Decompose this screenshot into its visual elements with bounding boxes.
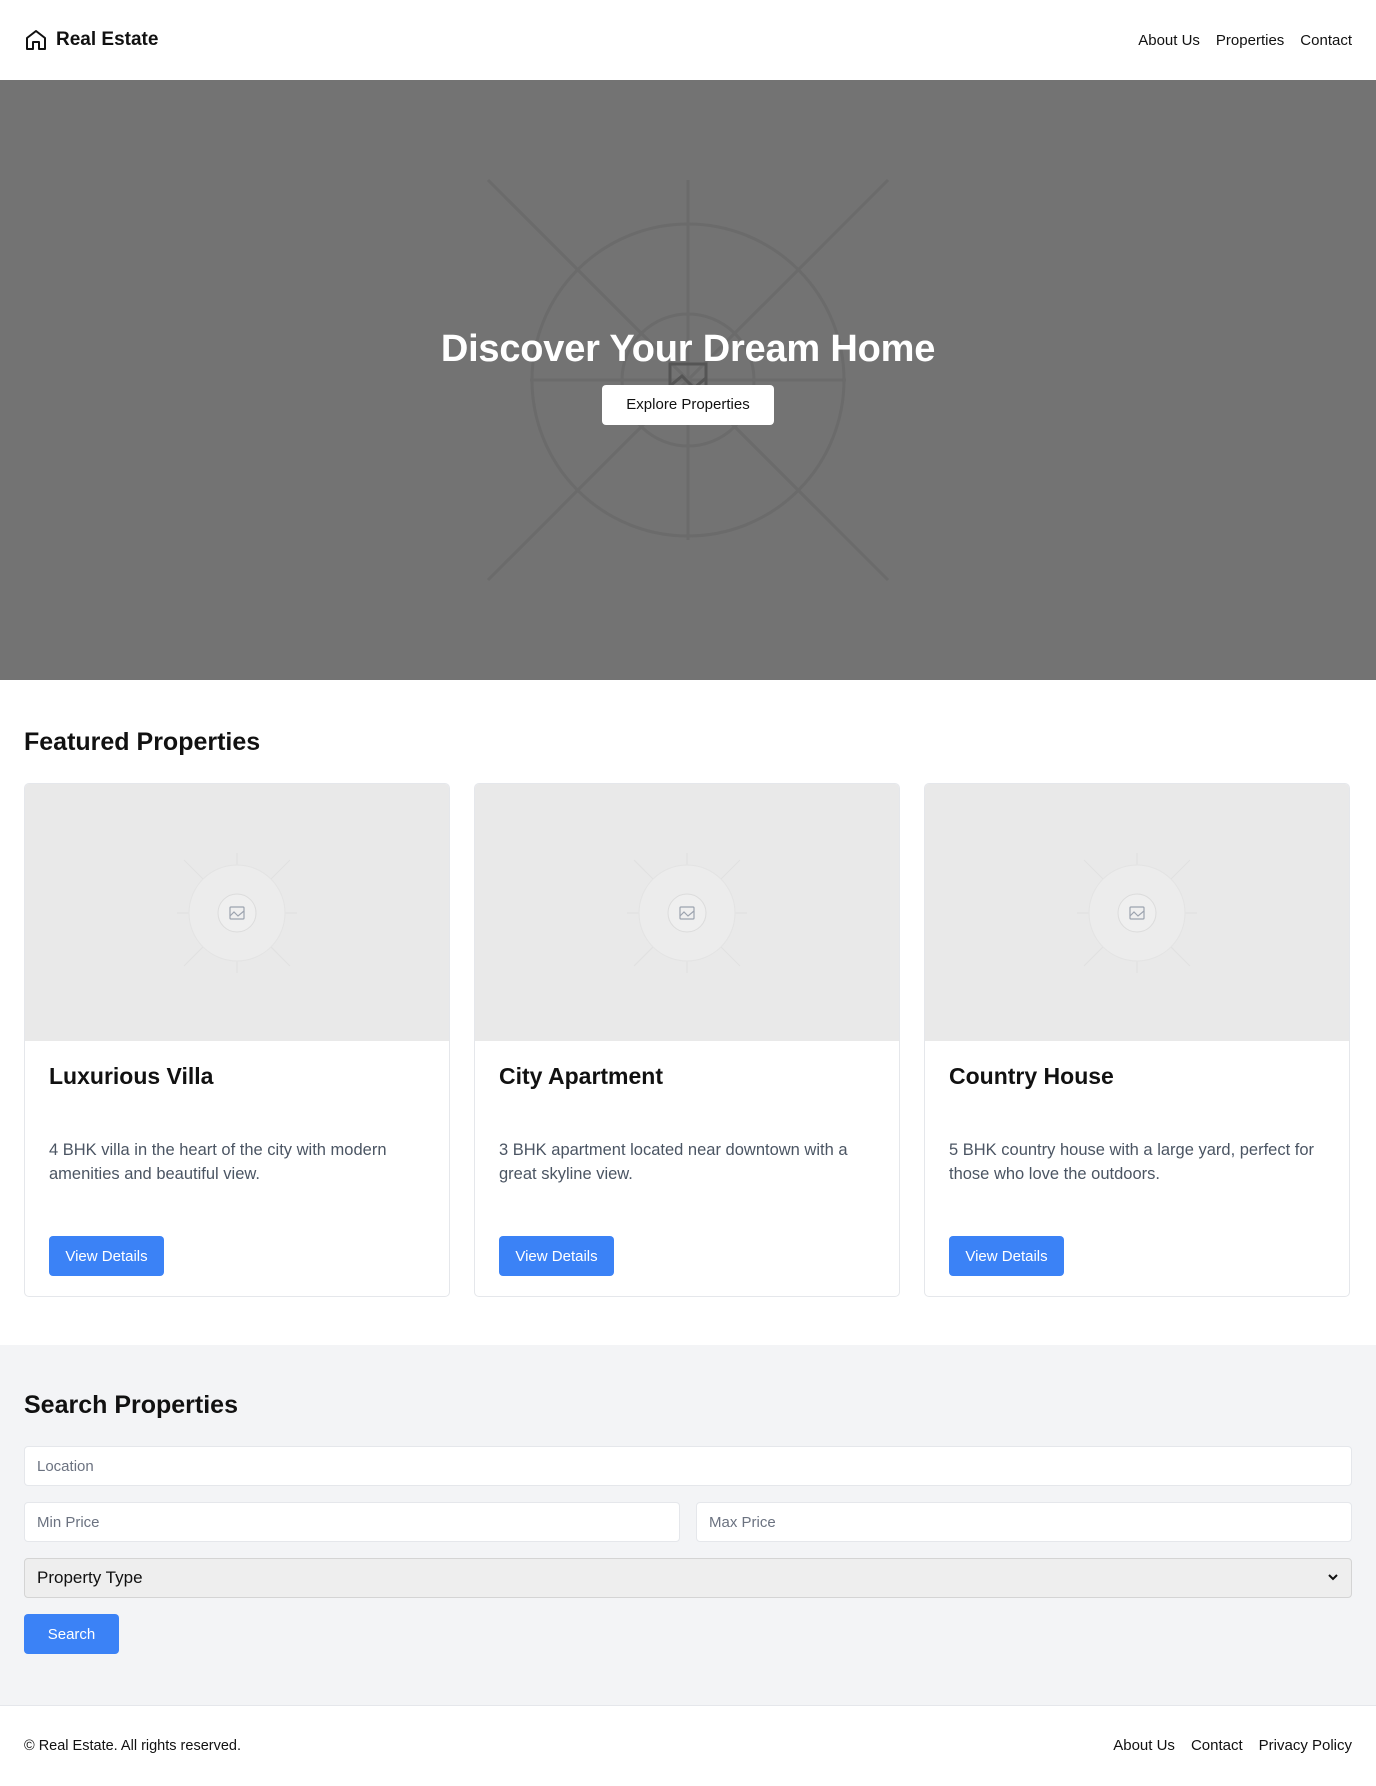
footer-nav: About Us Contact Privacy Policy <box>1113 1737 1352 1754</box>
card-title: Luxurious Villa <box>49 1063 214 1089</box>
min-price-input[interactable]: Min Price <box>24 1502 680 1542</box>
hero-content: Discover Your Dream Home Explore Propert… <box>0 328 1376 425</box>
brand-name: Real Estate <box>56 29 159 50</box>
image-placeholder-icon <box>177 852 297 973</box>
footer-link-about-us[interactable]: About Us <box>1113 1737 1175 1754</box>
explore-properties-button[interactable]: Explore Properties <box>602 385 774 425</box>
image-placeholder-icon <box>1077 852 1197 973</box>
nav-link-about-us[interactable]: About Us <box>1138 32 1200 49</box>
property-image <box>25 784 449 1041</box>
image-placeholder-icon <box>627 852 747 973</box>
copyright-text: © Real Estate. All rights reserved. <box>24 1737 241 1754</box>
view-details-button[interactable]: View Details <box>49 1236 164 1276</box>
search-title: Search Properties <box>24 1391 238 1419</box>
card-description: 3 BHK apartment located near downtown wi… <box>499 1141 848 1183</box>
hero-title: Discover Your Dream Home <box>440 328 936 370</box>
search-button[interactable]: Search <box>24 1614 119 1654</box>
property-type-value: Property Type <box>37 1568 143 1587</box>
card-title: City Apartment <box>499 1063 663 1089</box>
card-body: Country House 5 BHK country house with a… <box>925 1041 1349 1296</box>
property-image <box>925 784 1349 1041</box>
card-description: 5 BHK country house with a large yard, p… <box>949 1141 1315 1183</box>
card-description: 4 BHK villa in the heart of the city wit… <box>49 1141 387 1183</box>
view-details-button[interactable]: View Details <box>499 1236 614 1276</box>
max-price-input[interactable]: Max Price <box>696 1502 1352 1542</box>
hero-section: Discover Your Dream Home Explore Propert… <box>0 80 1376 680</box>
main-nav: About Us Properties Contact <box>1138 32 1352 49</box>
property-card: City Apartment 3 BHK apartment located n… <box>474 783 900 1297</box>
site-header: Real Estate About Us Properties Contact <box>0 0 1376 80</box>
home-icon <box>24 28 48 52</box>
property-card: Luxurious Villa 4 BHK villa in the heart… <box>24 783 450 1297</box>
card-body: Luxurious Villa 4 BHK villa in the heart… <box>25 1041 449 1296</box>
property-cards: Luxurious Villa 4 BHK villa in the heart… <box>24 783 1352 1297</box>
card-body: City Apartment 3 BHK apartment located n… <box>475 1041 899 1296</box>
chevron-down-icon <box>1327 1568 1339 1588</box>
brand[interactable]: Real Estate <box>24 28 158 52</box>
property-type-select[interactable]: Property Type <box>24 1558 1352 1598</box>
featured-title: Featured Properties <box>24 728 261 756</box>
footer-link-contact[interactable]: Contact <box>1191 1737 1243 1754</box>
nav-link-properties[interactable]: Properties <box>1216 32 1284 49</box>
price-row: Min Price Max Price <box>24 1502 1352 1542</box>
min-price-placeholder: Min Price <box>37 1513 100 1531</box>
location-input[interactable]: Location <box>24 1446 1352 1486</box>
featured-properties-section: Featured Properties Luxurious Villa 4 BH… <box>0 680 1376 1345</box>
search-properties-section: Search Properties Location Min Price Max… <box>0 1345 1376 1705</box>
property-card: Country House 5 BHK country house with a… <box>924 783 1350 1297</box>
nav-link-contact[interactable]: Contact <box>1300 32 1352 49</box>
max-price-placeholder: Max Price <box>709 1513 776 1531</box>
location-placeholder: Location <box>37 1457 94 1475</box>
property-image <box>475 784 899 1041</box>
view-details-button[interactable]: View Details <box>949 1236 1064 1276</box>
card-title: Country House <box>949 1063 1114 1089</box>
site-footer: © Real Estate. All rights reserved. Abou… <box>0 1705 1376 1785</box>
footer-link-privacy-policy[interactable]: Privacy Policy <box>1259 1737 1352 1754</box>
